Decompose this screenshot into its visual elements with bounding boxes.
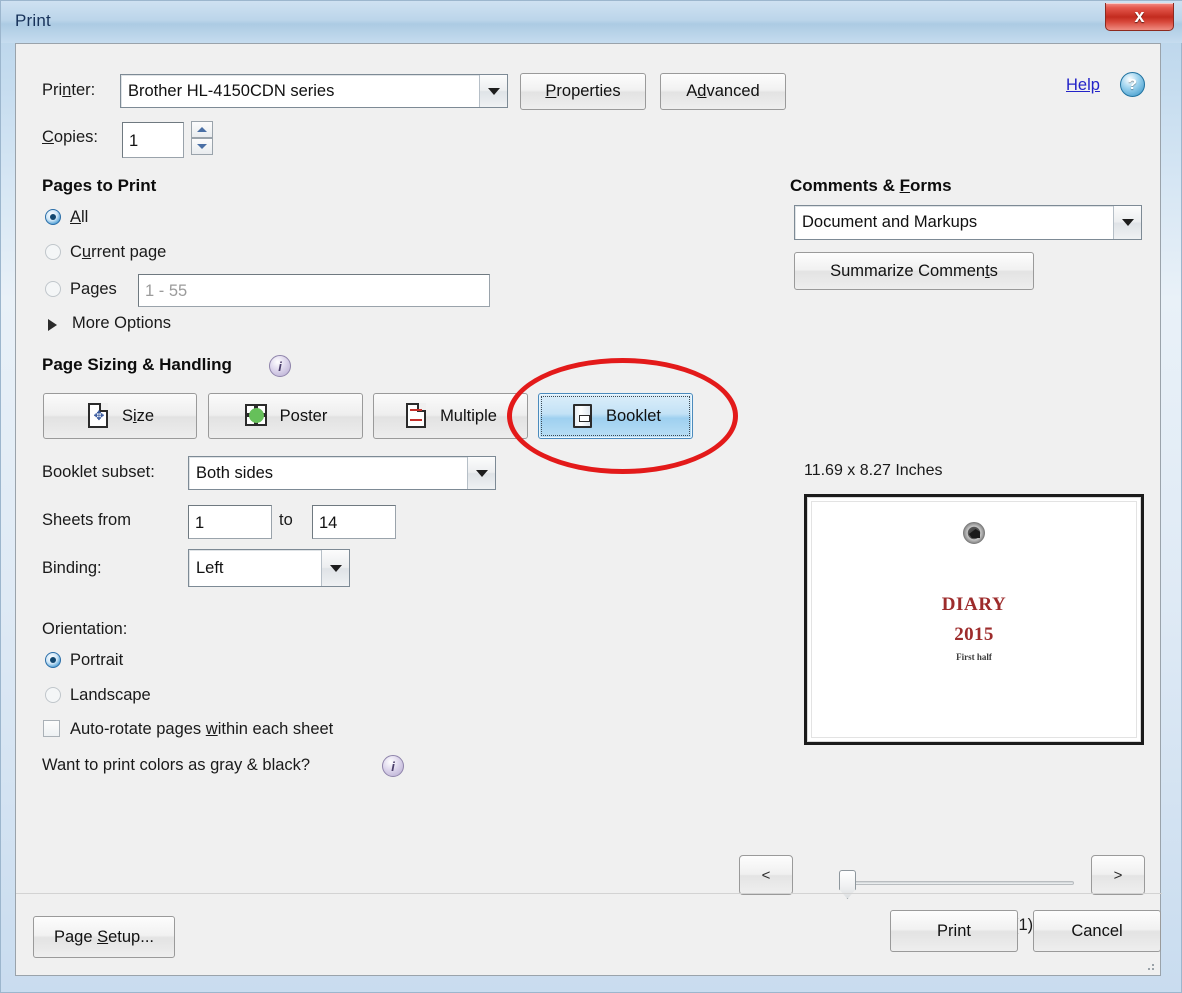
resize-grip[interactable]	[1142, 958, 1156, 972]
copies-input[interactable]: 1	[122, 122, 184, 158]
printer-select-value: Brother HL-4150CDN series	[128, 81, 335, 100]
properties-button[interactable]: Properties	[520, 73, 646, 110]
chevron-right-icon[interactable]	[48, 319, 57, 331]
sheets-to-label: to	[279, 511, 293, 529]
radio-current-page[interactable]	[45, 244, 61, 260]
page-sizing-info-icon[interactable]: i	[269, 355, 291, 377]
print-dialog-window: Print x Printer: Brother HL-4150CDN seri…	[0, 0, 1182, 993]
chevron-down-icon	[321, 550, 349, 586]
size-button[interactable]: ✥ Size	[43, 393, 197, 439]
close-button[interactable]: x	[1105, 3, 1174, 31]
preview-doc-title: DIARY	[941, 594, 1007, 615]
copies-stepper-up[interactable]	[191, 121, 213, 138]
help-link[interactable]: Help	[1066, 76, 1100, 95]
preview-doc-year: 2015	[954, 624, 994, 645]
binding-label: Binding:	[42, 559, 102, 577]
summarize-comments-button[interactable]: Summarize Comments	[794, 252, 1034, 290]
page-resize-icon: ✥	[86, 402, 112, 430]
dialog-client-area: Printer: Brother HL-4150CDN series Prope…	[15, 43, 1162, 976]
pages-to-print-heading: Pages to Print	[42, 176, 157, 195]
booklet-subset-value: Both sides	[196, 463, 274, 482]
advanced-button-label: Advanced	[686, 82, 760, 100]
copies-stepper-down[interactable]	[191, 138, 213, 155]
comments-forms-select[interactable]: Document and Markups	[794, 205, 1142, 240]
radio-portrait[interactable]	[45, 652, 61, 668]
poster-button[interactable]: Poster	[208, 393, 363, 439]
sheets-from-input[interactable]: 1	[188, 505, 272, 539]
chevron-down-icon	[479, 75, 507, 107]
radio-all[interactable]	[45, 209, 61, 225]
properties-button-label: Properties	[545, 82, 621, 100]
auto-rotate-checkbox[interactable]	[43, 720, 60, 737]
size-button-label: Size	[121, 406, 155, 425]
chevron-down-icon	[467, 457, 495, 489]
preview-page-slider-thumb[interactable]	[839, 870, 856, 899]
binding-value: Left	[196, 558, 224, 577]
radio-current-page-label: Current page	[70, 243, 167, 261]
window-title: Print	[15, 11, 51, 30]
summarize-comments-label: Summarize Comments	[830, 261, 998, 280]
cancel-button[interactable]: Cancel	[1033, 910, 1161, 952]
booklet-subset-label: Booklet subset:	[42, 463, 155, 481]
circular-emblem-icon	[963, 522, 985, 544]
radio-all-label: All	[70, 208, 89, 226]
multiple-pages-icon	[404, 402, 430, 430]
chevron-down-icon	[1113, 206, 1141, 239]
preview-size-label: 11.69 x 8.27 Inches	[804, 462, 943, 479]
radio-portrait-label: Portrait	[70, 651, 124, 669]
booklet-icon	[570, 402, 596, 430]
radio-pages-label: Pages	[70, 280, 117, 298]
preview-page: DIARY 2015 First half	[811, 501, 1137, 738]
orientation-heading: Orientation:	[42, 620, 128, 638]
auto-rotate-label: Auto-rotate pages within each sheet	[70, 720, 334, 738]
more-options-toggle[interactable]: More Options	[72, 314, 171, 333]
pages-range-input[interactable]: 1 - 55	[138, 274, 490, 307]
booklet-button-label: Booklet	[605, 406, 662, 425]
radio-pages[interactable]	[45, 281, 61, 297]
advanced-button[interactable]: Advanced	[660, 73, 786, 110]
preview-next-button[interactable]: >	[1091, 855, 1145, 895]
poster-button-label: Poster	[279, 406, 328, 425]
page-setup-label: Page Setup...	[53, 927, 154, 946]
footer-divider	[16, 893, 1162, 894]
cancel-button-label: Cancel	[1071, 921, 1123, 940]
printer-select[interactable]: Brother HL-4150CDN series	[120, 74, 508, 108]
title-bar: Print x	[1, 1, 1182, 43]
comments-forms-heading: Comments & Forms	[790, 176, 952, 195]
binding-select[interactable]: Left	[188, 549, 350, 587]
page-sizing-heading: Page Sizing & Handling	[42, 355, 232, 374]
multiple-button-label: Multiple	[440, 406, 497, 425]
close-icon: x	[1134, 6, 1145, 26]
radio-landscape[interactable]	[45, 687, 61, 703]
comments-forms-value: Document and Markups	[802, 213, 978, 231]
multiple-button[interactable]: Multiple	[373, 393, 528, 439]
sheets-to-input[interactable]: 14	[312, 505, 396, 539]
print-preview: DIARY 2015 First half	[804, 494, 1144, 745]
preview-prev-button[interactable]: <	[739, 855, 793, 895]
copies-label: Copies:	[42, 128, 98, 146]
booklet-button[interactable]: Booklet	[538, 393, 693, 439]
radio-landscape-label: Landscape	[70, 686, 151, 704]
print-button[interactable]: Print	[890, 910, 1018, 952]
page-setup-button[interactable]: Page Setup...	[33, 916, 175, 958]
preview-page-slider-track[interactable]	[846, 881, 1074, 885]
print-button-label: Print	[937, 921, 971, 940]
help-icon[interactable]: ?	[1120, 72, 1145, 97]
printer-label: Printer:	[42, 81, 96, 99]
preview-doc-subtitle: First half	[956, 652, 992, 662]
sheets-from-label: Sheets from	[42, 511, 131, 529]
gray-black-info-icon[interactable]: i	[382, 755, 404, 777]
gray-black-question: Want to print colors as gray & black?	[42, 756, 311, 774]
poster-grid-icon	[244, 402, 270, 430]
booklet-subset-select[interactable]: Both sides	[188, 456, 496, 490]
